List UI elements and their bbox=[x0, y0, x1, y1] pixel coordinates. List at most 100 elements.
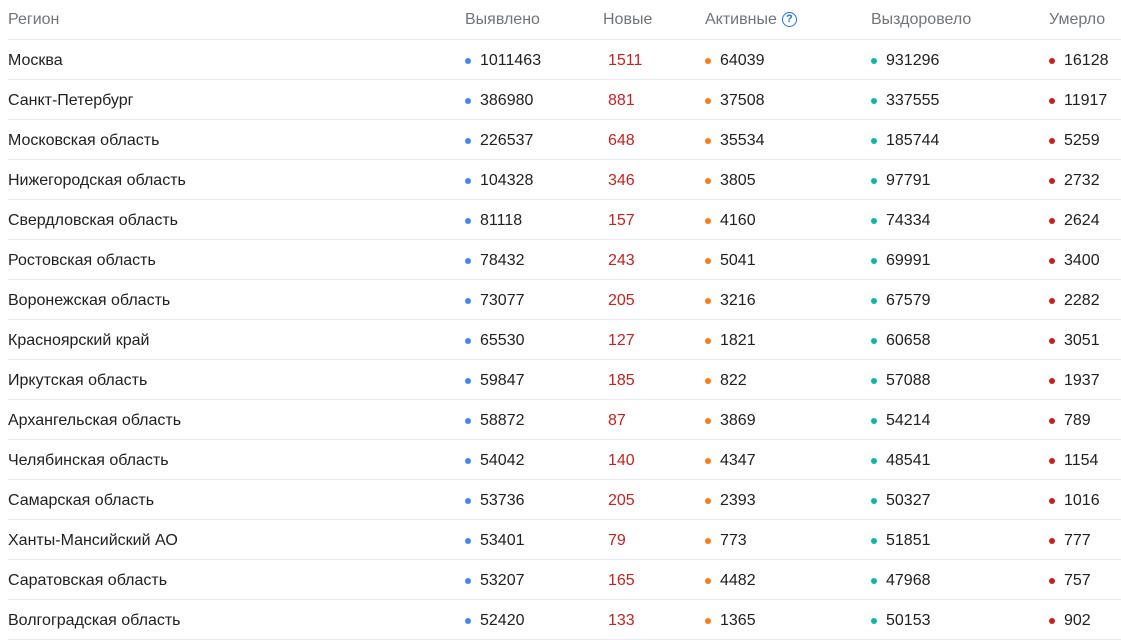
region-name: Ростовская область bbox=[8, 240, 156, 280]
active-cell: 2393 bbox=[705, 480, 756, 520]
deaths-dot-icon bbox=[1049, 217, 1055, 224]
recovered-value: 50153 bbox=[886, 611, 931, 629]
deaths-value: 902 bbox=[1064, 611, 1091, 629]
active-dot-icon bbox=[705, 577, 711, 584]
column-header-new[interactable]: Новые bbox=[603, 0, 652, 39]
column-header-found[interactable]: Выявлено bbox=[465, 0, 540, 39]
deaths-dot-icon bbox=[1049, 337, 1055, 344]
recovered-value: 185744 bbox=[886, 131, 940, 149]
new-cell: 346 bbox=[608, 160, 635, 200]
new-cell: 205 bbox=[608, 280, 635, 320]
active-dot-icon bbox=[705, 617, 711, 624]
found-value: 1011463 bbox=[480, 51, 542, 69]
recovered-value: 50327 bbox=[886, 491, 931, 509]
deaths-cell: 11917 bbox=[1049, 80, 1107, 120]
found-cell: 386980 bbox=[465, 80, 533, 120]
deaths-value: 1154 bbox=[1064, 451, 1099, 469]
new-value: 133 bbox=[608, 611, 635, 629]
active-dot-icon bbox=[705, 417, 711, 424]
found-value: 59847 bbox=[480, 371, 525, 389]
column-header-deaths[interactable]: Умерло bbox=[1049, 0, 1105, 39]
recovered-cell: 185744 bbox=[871, 120, 939, 160]
table-row[interactable]: Челябинская область 54042 140 4347 48541 1154 bbox=[8, 440, 1121, 480]
active-dot-icon bbox=[705, 457, 711, 464]
found-cell: 104328 bbox=[465, 160, 533, 200]
deaths-cell: 2732 bbox=[1049, 160, 1100, 200]
region-label: Челябинская область bbox=[8, 451, 169, 469]
recovered-cell: 97791 bbox=[871, 160, 931, 200]
deaths-value: 777 bbox=[1064, 531, 1091, 549]
recovered-value: 54214 bbox=[886, 411, 931, 429]
table-row[interactable]: Ростовская область 78432 243 5041 69991 3400 bbox=[8, 240, 1121, 280]
deaths-dot-icon bbox=[1049, 377, 1055, 384]
found-value: 58872 bbox=[480, 411, 525, 429]
new-value: 1511 bbox=[608, 51, 643, 69]
table-row[interactable]: Ханты-Мансийский АО 53401 79 773 51851 777 bbox=[8, 520, 1121, 560]
recovered-value: 69991 bbox=[886, 251, 931, 269]
found-cell: 226537 bbox=[465, 120, 533, 160]
new-value: 243 bbox=[608, 251, 635, 269]
recovered-dot-icon bbox=[871, 417, 877, 424]
table-row[interactable]: Самарская область 53736 205 2393 50327 1016 bbox=[8, 480, 1121, 520]
deaths-dot-icon bbox=[1049, 417, 1055, 424]
region-label: Свердловская область bbox=[8, 211, 178, 229]
table-row[interactable]: Санкт-Петербург 386980 881 37508 337555 11917 bbox=[8, 80, 1121, 120]
recovered-dot-icon bbox=[871, 537, 877, 544]
new-cell: 157 bbox=[608, 200, 635, 240]
recovered-cell: 54214 bbox=[871, 400, 931, 440]
table-row[interactable]: Саратовская область 53207 165 4482 47968 757 bbox=[8, 560, 1121, 600]
deaths-cell: 2624 bbox=[1049, 200, 1100, 240]
found-dot-icon bbox=[465, 337, 471, 344]
new-value: 140 bbox=[608, 451, 635, 469]
found-dot-icon bbox=[465, 617, 471, 624]
recovered-dot-icon bbox=[871, 497, 877, 504]
region-label: Саратовская область bbox=[8, 571, 168, 589]
deaths-cell: 1016 bbox=[1049, 480, 1100, 520]
recovered-value: 931296 bbox=[886, 51, 940, 69]
found-value: 73077 bbox=[480, 291, 525, 309]
active-dot-icon bbox=[705, 337, 711, 344]
column-header-recovered[interactable]: Выздоровело bbox=[871, 0, 971, 39]
active-dot-icon bbox=[705, 57, 711, 64]
deaths-cell: 757 bbox=[1049, 560, 1091, 600]
table-row[interactable]: Волгоградская область 52420 133 1365 50153 90… bbox=[8, 600, 1121, 640]
active-cell: 3805 bbox=[705, 160, 756, 200]
deaths-dot-icon bbox=[1049, 177, 1055, 184]
found-value: 386980 bbox=[480, 91, 534, 109]
region-name: Красноярский край bbox=[8, 320, 149, 360]
found-cell: 81118 bbox=[465, 200, 522, 240]
table-row[interactable]: Свердловская область 81118 157 4160 74334 262… bbox=[8, 200, 1121, 240]
active-value: 4160 bbox=[720, 211, 756, 229]
deaths-dot-icon bbox=[1049, 617, 1055, 624]
recovered-dot-icon bbox=[871, 257, 877, 264]
help-icon[interactable]: ? bbox=[781, 12, 797, 27]
recovered-cell: 69991 bbox=[871, 240, 931, 280]
deaths-value: 757 bbox=[1064, 571, 1091, 589]
active-cell: 1821 bbox=[705, 320, 756, 360]
column-header-active[interactable]: Активные ? bbox=[705, 0, 797, 39]
active-value: 822 bbox=[720, 371, 747, 389]
deaths-dot-icon bbox=[1049, 297, 1055, 304]
column-header-region[interactable]: Регион bbox=[8, 0, 59, 39]
recovered-cell: 50327 bbox=[871, 480, 931, 520]
table-row[interactable]: Воронежская область 73077 205 3216 67579 2282 bbox=[8, 280, 1121, 320]
active-value: 4482 bbox=[720, 571, 756, 589]
table-row[interactable]: Нижегородская область 104328 346 3805 97791 2… bbox=[8, 160, 1121, 200]
found-dot-icon bbox=[465, 457, 471, 464]
table-row[interactable]: Московская область 226537 648 35534 185744 52… bbox=[8, 120, 1121, 160]
table-row[interactable]: Москва 1011463 1511 64039 931296 16128 bbox=[8, 40, 1121, 80]
active-cell: 35534 bbox=[705, 120, 765, 160]
found-cell: 52420 bbox=[465, 600, 525, 640]
table-row[interactable]: Архангельская область 58872 87 3869 54214 789 bbox=[8, 400, 1121, 440]
region-name: Волгоградская область bbox=[8, 600, 181, 640]
table-row[interactable]: Красноярский край 65530 127 1821 60658 3051 bbox=[8, 320, 1121, 360]
region-name: Санкт-Петербург bbox=[8, 80, 133, 120]
active-dot-icon bbox=[705, 297, 711, 304]
recovered-cell: 67579 bbox=[871, 280, 931, 320]
recovered-value: 67579 bbox=[886, 291, 931, 309]
table-row[interactable]: Иркутская область 59847 185 822 57088 1937 bbox=[8, 360, 1121, 400]
new-cell: 185 bbox=[608, 360, 635, 400]
recovered-dot-icon bbox=[871, 97, 877, 104]
found-value: 78432 bbox=[480, 251, 525, 269]
deaths-cell: 2282 bbox=[1049, 280, 1100, 320]
